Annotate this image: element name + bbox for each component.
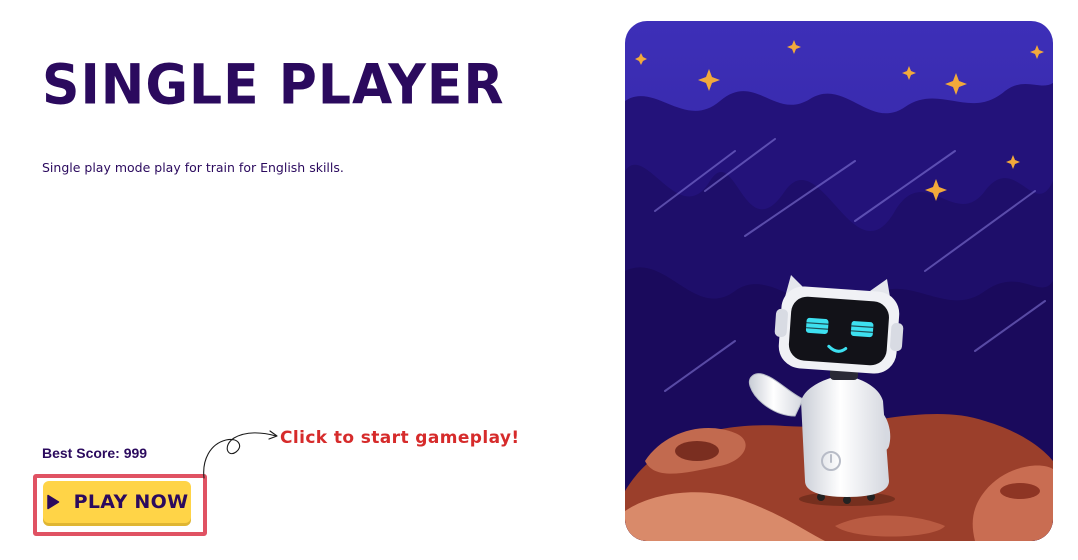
single-player-page: SINGLE PLAYER Single play mode play for … <box>0 0 1078 560</box>
play-icon <box>46 494 59 510</box>
annotation-text: Click to start gameplay! <box>280 428 520 448</box>
best-score-label: Best Score: 999 <box>42 445 148 461</box>
hero-illustration <box>625 21 1053 541</box>
mode-description: Single play mode play for train for Engl… <box>42 160 344 175</box>
play-now-label: PLAY NOW <box>73 491 189 513</box>
page-title: SINGLE PLAYER <box>42 53 505 118</box>
annotation-arrow-icon <box>203 430 278 479</box>
play-now-button[interactable]: PLAY NOW <box>43 481 191 523</box>
robot-illustration <box>625 21 1053 541</box>
